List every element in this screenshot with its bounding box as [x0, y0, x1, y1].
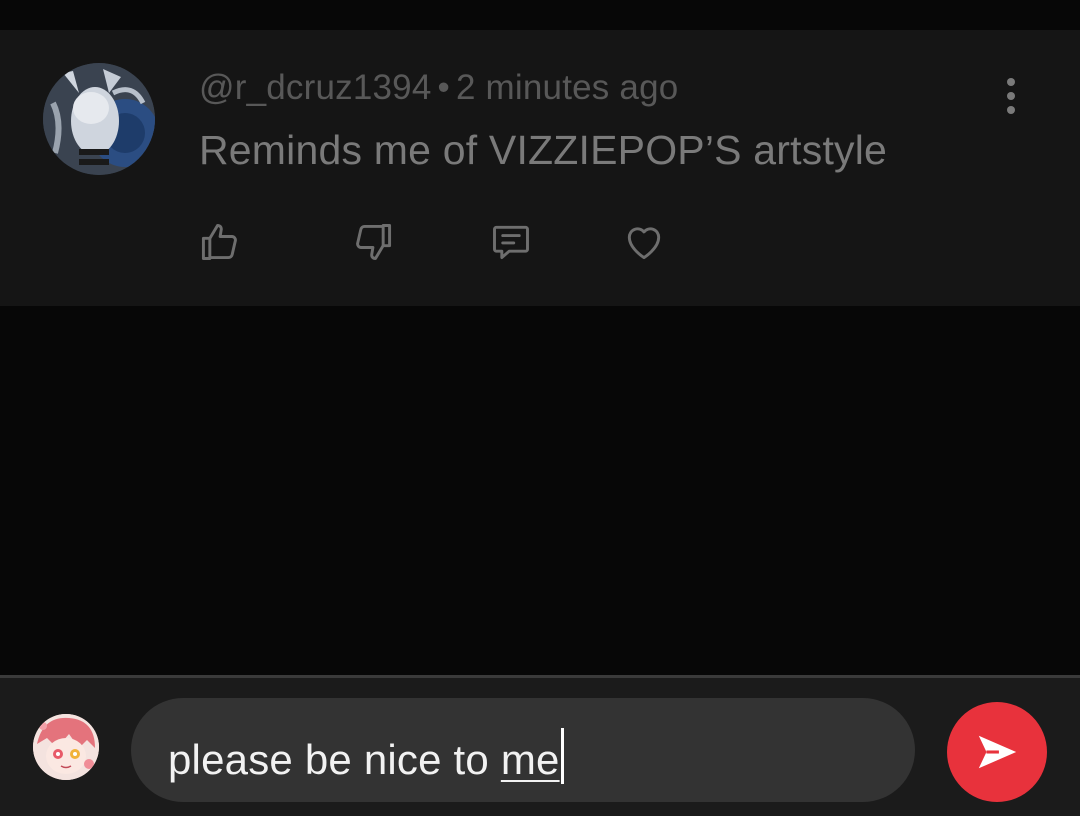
text-caret	[560, 728, 564, 784]
my-avatar[interactable]	[33, 714, 99, 780]
comment-text: Reminds me of VIZZIEPOP’S artstyle	[199, 127, 888, 173]
like-button[interactable]	[197, 220, 241, 264]
more-options-button[interactable]	[994, 74, 1028, 118]
thumbs-down-icon	[356, 224, 392, 260]
input-value-prefix: please be nice to	[168, 736, 501, 783]
reply-comment-icon	[493, 225, 529, 260]
comment-username[interactable]: @r_dcruz1394	[199, 68, 432, 107]
send-icon	[978, 735, 1017, 769]
comment-card: @r_dcruz1394 • 2 minutes ago Reminds me of…	[0, 30, 1080, 306]
heart-icon	[627, 227, 661, 260]
heart-button[interactable]	[622, 220, 666, 264]
more-vertical-icon-dot	[1007, 78, 1015, 86]
input-value-composing-word: me	[500, 736, 560, 783]
meta-separator: •	[437, 68, 450, 107]
dislike-button[interactable]	[352, 220, 396, 264]
more-vertical-icon-dot	[1007, 106, 1015, 114]
comment-input[interactable]: please be nice to me	[131, 698, 915, 802]
comment-input-text[interactable]: please be nice to me	[168, 728, 564, 784]
send-button[interactable]	[947, 702, 1047, 802]
commenter-avatar-image	[43, 63, 155, 175]
comment-timestamp: 2 minutes ago	[455, 68, 679, 107]
reply-button[interactable]	[489, 220, 533, 264]
commenter-avatar[interactable]	[43, 63, 155, 175]
thumbs-up-icon	[201, 224, 237, 260]
comment-composer: please be nice to me	[0, 675, 1080, 816]
more-vertical-icon-dot	[1007, 92, 1015, 100]
my-avatar-image	[33, 714, 99, 780]
comment-meta: @r_dcruz1394 • 2 minutes ago	[199, 68, 678, 108]
